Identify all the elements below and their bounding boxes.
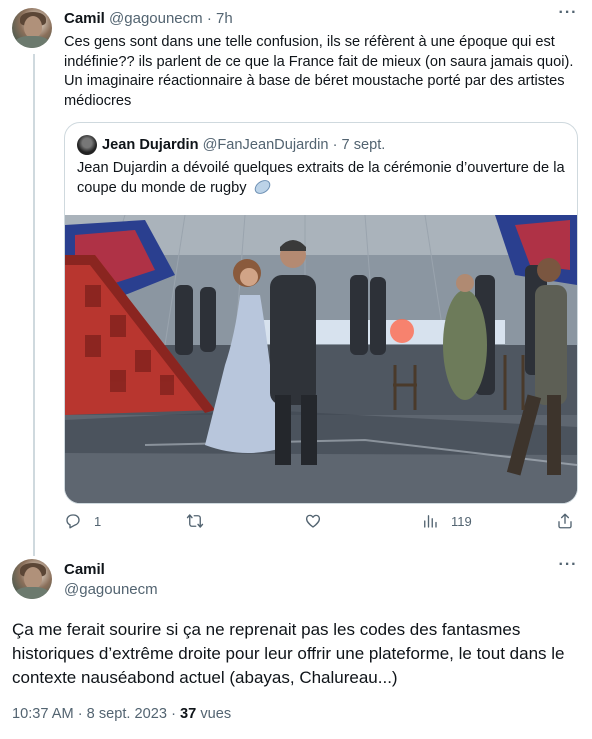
views-label: vues (200, 706, 232, 722)
tweet-text: Ces gens sont dans une telle confusion, … (64, 34, 574, 109)
quoted-date: 7 sept. (341, 137, 386, 153)
tweet-metadata: 10:37 AM · 8 sept. 2023 · 37 vues (12, 706, 231, 722)
retweet-icon (186, 514, 204, 528)
author-name[interactable]: Camil (64, 10, 105, 27)
analytics-icon (424, 515, 437, 528)
quoted-tweet-header: Jean Dujardin @FanJeanDujardin · 7 sept. (77, 135, 385, 155)
quoted-tweet-text-block: Jean Dujardin a dévoilé quelques extrait… (77, 159, 567, 198)
reply-count: 1 (94, 513, 102, 529)
tweet-header: Camil @gagounecm (64, 560, 158, 600)
share-button[interactable] (556, 512, 574, 530)
video-player[interactable] (65, 215, 577, 503)
like-button[interactable] (304, 512, 334, 530)
share-icon (558, 513, 572, 529)
video-frame (65, 215, 577, 503)
tweet-header: Camil @gagounecm · 7h (64, 10, 233, 27)
separator-dot: · (77, 706, 83, 722)
quoted-author-name: Jean Dujardin (102, 137, 199, 153)
separator-dot: · (171, 706, 176, 722)
thread-connector-line (33, 54, 35, 556)
tweet-actions: 1 119 (64, 512, 576, 536)
rugby-ball-icon (251, 176, 273, 197)
reply-icon (66, 514, 80, 529)
avatar[interactable] (12, 559, 52, 599)
views-button[interactable]: 119 (421, 512, 472, 530)
separator-dot: · (332, 137, 338, 153)
more-options-icon[interactable]: ··· (558, 5, 578, 24)
quoted-tweet-text: Jean Dujardin a dévoilé quelques extrait… (77, 160, 565, 196)
quoted-author-handle: @FanJeanDujardin (202, 137, 329, 153)
reply-button[interactable]: 1 (64, 512, 101, 530)
tweet-time[interactable]: 7h (216, 10, 233, 27)
heart-icon (305, 514, 321, 528)
views-count: 119 (451, 513, 472, 529)
avatar[interactable] (12, 8, 52, 48)
tweet-date[interactable]: 8 sept. 2023 (87, 706, 167, 722)
quoted-tweet[interactable]: Jean Dujardin @FanJeanDujardin · 7 sept.… (64, 122, 578, 504)
tweet-time[interactable]: 10:37 AM (12, 706, 74, 722)
views-count: 37 (180, 706, 197, 722)
tweet-text: Ça me ferait sourire si ça ne reprenait … (12, 620, 565, 687)
separator-dot: · (206, 10, 212, 27)
quoted-avatar (77, 135, 97, 155)
author-name[interactable]: Camil (64, 561, 105, 578)
retweet-button[interactable] (186, 512, 216, 530)
author-handle[interactable]: @gagounecm (109, 10, 203, 27)
author-handle[interactable]: @gagounecm (64, 580, 158, 600)
more-options-icon[interactable]: ··· (558, 557, 578, 576)
